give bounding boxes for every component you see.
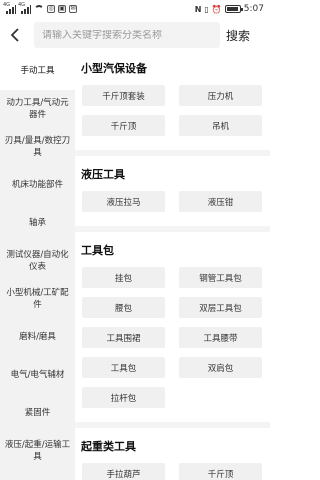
- section-title: 小型汽保设备: [81, 62, 147, 75]
- subcategory-chip[interactable]: 拉杆包: [82, 387, 165, 408]
- section-title: 液压工具: [81, 168, 125, 181]
- signal-icon: 4G: [3, 2, 16, 14]
- alarm-icon: ⏰: [211, 4, 222, 14]
- subcategory-chip[interactable]: 千斤顶: [82, 115, 165, 136]
- section-divider: [75, 150, 270, 156]
- sidebar-item-fasteners[interactable]: 紧固件: [0, 394, 75, 432]
- status-bar: 4G 4G ◎ ▣ ✉ N ▯ ⏰ 5:07: [0, 0, 270, 18]
- section-lifting-tools: 起重类工具 手拉葫芦 千斤顶: [75, 438, 270, 480]
- section-tool-bags: 工具包 挂包 钢管工具包 腰包 双层工具包 工具围裙 工具腰带 工具包 双肩包 …: [75, 242, 270, 414]
- sidebar-item-hydraulic[interactable]: 液压/起重/运输工具: [0, 432, 75, 470]
- notification-icon: ◎: [47, 5, 55, 13]
- section-divider: [75, 226, 270, 232]
- back-arrow-icon[interactable]: [0, 18, 30, 52]
- subcategory-chip[interactable]: 工具围裙: [82, 327, 165, 348]
- subcategory-grid: 手拉葫芦 千斤顶: [75, 463, 270, 480]
- sidebar-item-machine-parts[interactable]: 机床功能部件: [0, 166, 75, 204]
- category-sidebar: 手动工具 动力工具/气动元器件 刃具/量具/数控刀具 机床功能部件 轴承 测试仪…: [0, 52, 75, 480]
- sidebar-item-instruments[interactable]: 测试仪器/自动化仪表: [0, 242, 75, 280]
- subcategory-chip[interactable]: 工具腰带: [179, 327, 262, 348]
- status-left: 4G 4G ◎ ▣ ✉: [3, 2, 77, 14]
- subcategory-chip[interactable]: 千斤顶套装: [82, 85, 165, 106]
- category-content: 小型汽保设备 千斤顶套装 压力机 千斤顶 吊机 液压工具 液压拉马 液压钳 工具…: [75, 52, 270, 480]
- subcategory-chip[interactable]: 压力机: [179, 85, 262, 106]
- search-input[interactable]: [42, 29, 220, 41]
- subcategory-chip[interactable]: 双肩包: [179, 357, 262, 378]
- sidebar-item-electrical[interactable]: 电气/电气辅材: [0, 356, 75, 394]
- sidebar-item-bearings[interactable]: 轴承: [0, 204, 75, 242]
- section-title: 工具包: [81, 244, 114, 257]
- section-divider: [75, 422, 270, 428]
- sidebar-item-power-tools[interactable]: 动力工具/气动元器件: [0, 90, 75, 128]
- subcategory-chip[interactable]: 手拉葫芦: [82, 463, 165, 480]
- sidebar-item-abrasives[interactable]: 磨料/磨具: [0, 318, 75, 356]
- sidebar-item-hand-tools[interactable]: 手动工具: [0, 52, 75, 90]
- subcategory-chip[interactable]: 钢管工具包: [179, 267, 262, 288]
- app-icon: ▣: [58, 5, 66, 13]
- section-auto-equipment: 小型汽保设备 千斤顶套装 压力机 千斤顶 吊机: [75, 52, 270, 142]
- battery-icon: [224, 5, 243, 13]
- subcategory-chip[interactable]: 吊机: [179, 115, 262, 136]
- status-right: N ▯ ⏰ 5:07: [195, 4, 264, 14]
- subcategory-grid: 挂包 钢管工具包 腰包 双层工具包 工具围裙 工具腰带 工具包 双肩包 拉杆包: [75, 267, 270, 408]
- subcategory-chip[interactable]: 液压拉马: [82, 191, 165, 212]
- subcategory-chip[interactable]: 腰包: [82, 297, 165, 318]
- clock: 5:07: [243, 4, 264, 14]
- wifi-icon: [34, 5, 44, 13]
- subcategory-chip[interactable]: 挂包: [82, 267, 165, 288]
- message-icon: ✉: [69, 5, 77, 13]
- subcategory-grid: 液压拉马 液压钳: [75, 191, 270, 212]
- section-hydraulic-tools: 液压工具 液压拉马 液压钳: [75, 166, 270, 218]
- subcategory-chip[interactable]: 千斤顶: [179, 463, 262, 480]
- sidebar-item-cutting-tools[interactable]: 刃具/量具/数控刀具: [0, 128, 75, 166]
- vibrate-icon: ▯: [204, 4, 209, 14]
- search-button[interactable]: 搜索: [226, 27, 250, 44]
- signal-icon-2: 4G: [18, 2, 31, 14]
- top-bar: 搜索: [0, 18, 270, 52]
- subcategory-grid: 千斤顶套装 压力机 千斤顶 吊机: [75, 85, 270, 136]
- section-title: 起重类工具: [81, 440, 136, 453]
- sidebar-item-small-machinery[interactable]: 小型机械/工矿配件: [0, 280, 75, 318]
- subcategory-chip[interactable]: 液压钳: [179, 191, 262, 212]
- subcategory-chip[interactable]: 双层工具包: [179, 297, 262, 318]
- subcategory-chip[interactable]: 工具包: [82, 357, 165, 378]
- nfc-icon: N: [194, 4, 202, 14]
- search-box[interactable]: [34, 22, 220, 48]
